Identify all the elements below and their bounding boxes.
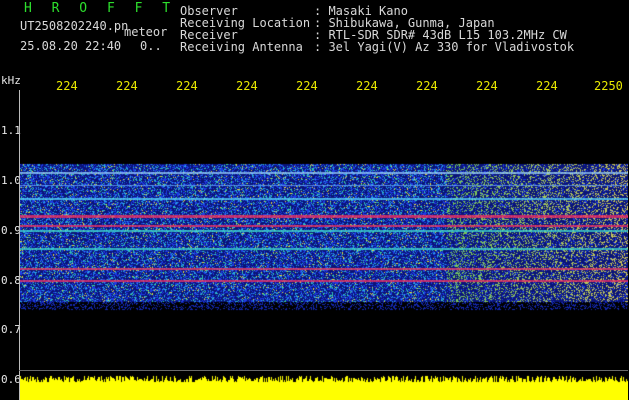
app-title: H R O F F T [24, 1, 177, 16]
hrofft-window: H R O F F T UT2508202240.pn meteor 25.08… [0, 0, 629, 400]
extra-label: 0.. [140, 39, 162, 53]
y-tick-label: 0.7 [1, 323, 21, 336]
mode-label: meteor [124, 25, 168, 39]
y-tick-label: 0.8 [1, 274, 21, 287]
y-tick-label: 1.0 [1, 174, 21, 187]
power-separator [19, 370, 628, 371]
y-tick-label: 0.9 [1, 224, 21, 237]
filename-label: UT2508202240.pn [20, 19, 129, 33]
spectrogram-plot [20, 90, 628, 400]
axis-unit-label: kHz [1, 74, 21, 87]
spectrogram-canvas [20, 90, 628, 400]
y-tick-label: 0.6 [1, 373, 21, 386]
antenna-label: Receiving Antenna [180, 40, 303, 54]
plot-left-border [19, 90, 20, 400]
y-tick-label: 1.1 [1, 124, 21, 137]
antenna-value: : 3el Yagi(V) Az 330 for Vladivostok [314, 40, 575, 54]
datetime-label: 25.08.20 22:40 [20, 39, 122, 53]
